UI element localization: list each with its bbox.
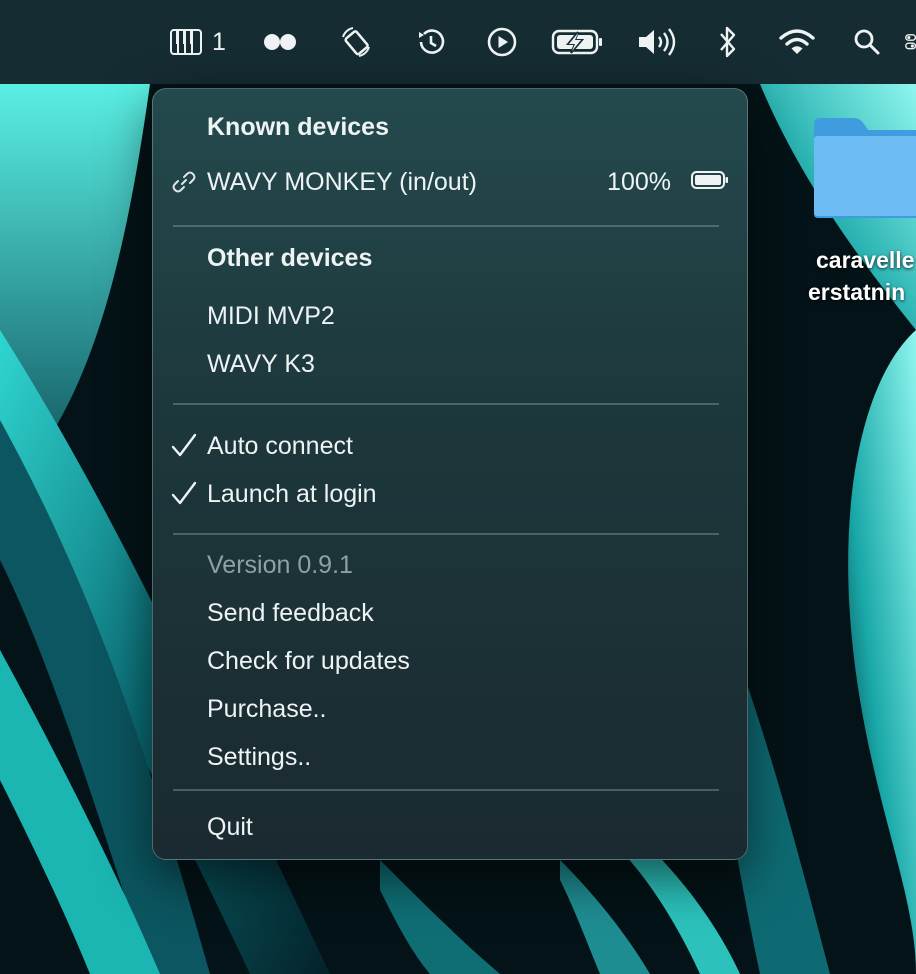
purchase-label: Purchase.. — [207, 694, 327, 723]
desktop-folder-label[interactable]: caravelle erstatnin — [790, 244, 916, 308]
check-for-updates-item[interactable]: Check for updates — [153, 637, 747, 685]
desktop-folder-icon[interactable] — [810, 114, 916, 224]
launch-at-login-item[interactable]: Launch at login — [153, 470, 747, 518]
folder-label-line2: erstatnin — [808, 279, 906, 305]
menu-separator — [173, 533, 719, 535]
checkmark-icon — [171, 422, 197, 470]
battery-charging-icon[interactable] — [550, 20, 606, 64]
purchase-item[interactable]: Purchase.. — [153, 685, 747, 733]
time-machine-icon[interactable] — [412, 20, 450, 64]
device-name: WAVY K3 — [207, 349, 315, 378]
menu-separator — [173, 789, 719, 791]
device-wavy-monkey[interactable]: WAVY MONKEY (in/out) 100% — [153, 158, 747, 206]
piano-keys-icon — [170, 29, 203, 55]
link-icon — [171, 158, 197, 206]
search-icon[interactable] — [852, 20, 882, 64]
checkmark-icon — [171, 470, 197, 518]
rotation-icon[interactable] — [336, 20, 376, 64]
launch-at-login-label: Launch at login — [207, 479, 377, 508]
known-devices-header: Known devices — [153, 103, 747, 151]
check-for-updates-label: Check for updates — [207, 646, 410, 675]
wifi-icon[interactable] — [778, 20, 816, 64]
device-midi-mvp2[interactable]: MIDI MVP2 — [153, 292, 747, 340]
piano-status-item[interactable]: 1 — [168, 20, 228, 64]
settings-label: Settings.. — [207, 742, 312, 771]
send-feedback-item[interactable]: Send feedback — [153, 589, 747, 637]
menu-separator — [173, 403, 719, 405]
volume-icon[interactable] — [636, 20, 680, 64]
play-circle-icon[interactable] — [484, 20, 520, 64]
quit-label: Quit — [207, 812, 253, 841]
auto-connect-label: Auto connect — [207, 431, 353, 460]
menu-bar: 1 — [0, 0, 916, 84]
bluetooth-icon[interactable] — [714, 20, 742, 64]
quit-item[interactable]: Quit — [153, 803, 747, 851]
battery-full-icon — [691, 168, 729, 197]
piano-count: 1 — [212, 27, 226, 56]
known-devices-header-label: Known devices — [207, 112, 389, 141]
status-menu: Known devices WAVY MONKEY (in/out) 100% … — [152, 88, 748, 860]
menu-separator — [173, 225, 719, 227]
send-feedback-label: Send feedback — [207, 598, 374, 627]
auto-connect-item[interactable]: Auto connect — [153, 422, 747, 470]
version-label: Version 0.9.1 — [207, 550, 353, 579]
device-wavy-k3[interactable]: WAVY K3 — [153, 340, 747, 388]
other-devices-header-label: Other devices — [207, 243, 373, 272]
folder-label-line1: caravelle — [816, 247, 915, 273]
version-item: Version 0.9.1 — [153, 541, 747, 589]
device-name: WAVY MONKEY (in/out) — [207, 167, 477, 196]
control-center-icon[interactable] — [904, 20, 916, 64]
settings-item[interactable]: Settings.. — [153, 733, 747, 781]
device-battery-percent: 100% — [607, 167, 671, 196]
other-devices-header: Other devices — [153, 234, 747, 282]
dual-dots-icon[interactable] — [262, 20, 298, 64]
device-name: MIDI MVP2 — [207, 301, 335, 330]
